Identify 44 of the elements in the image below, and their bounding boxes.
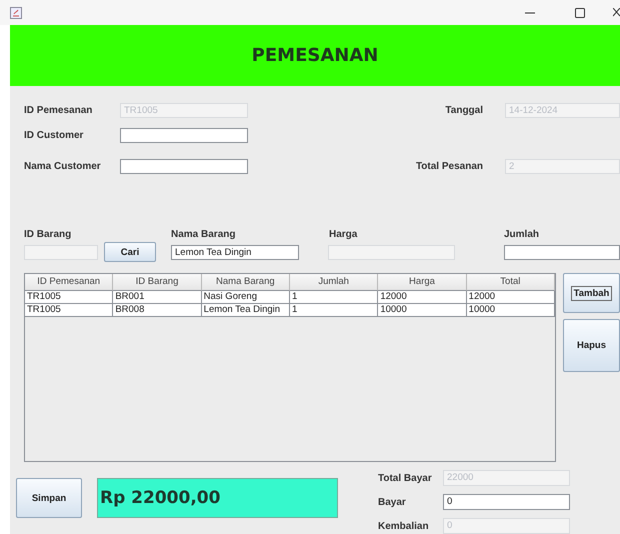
field-label: Nama Barang xyxy=(171,229,236,240)
close-icon[interactable] xyxy=(613,8,620,18)
table-cell: TR1005 xyxy=(25,304,114,316)
table-cell: 10000 xyxy=(378,304,467,316)
field-label: Bayar xyxy=(378,496,407,508)
column-header[interactable]: Total xyxy=(466,274,555,291)
column-header[interactable]: ID Barang xyxy=(113,274,202,291)
field-label: ID Customer xyxy=(24,130,84,141)
field-label: Nama Customer xyxy=(24,161,102,172)
maximize-icon[interactable] xyxy=(575,8,585,18)
column-header[interactable]: ID Pemesanan xyxy=(25,274,114,291)
field-label: ID Barang xyxy=(24,229,72,240)
save-button[interactable]: Simpan xyxy=(16,478,82,518)
table-cell: 12000 xyxy=(378,291,467,303)
table-cell: 1 xyxy=(290,304,378,316)
table-cell: 12000 xyxy=(466,291,555,303)
input-field[interactable] xyxy=(120,128,248,143)
table-cell: 1 xyxy=(290,291,378,303)
table-cell: 10000 xyxy=(466,304,555,316)
app-icon xyxy=(10,6,22,18)
delete-button[interactable]: Hapus xyxy=(563,319,620,372)
field-label: ID Pemesanan xyxy=(24,105,94,116)
input-field[interactable] xyxy=(504,244,620,260)
field-label: Total Bayar xyxy=(378,472,433,484)
field-label: Jumlah xyxy=(504,229,540,240)
column-header[interactable]: Jumlah xyxy=(290,274,378,291)
add-button[interactable]: Tambah xyxy=(563,273,620,313)
column-header[interactable]: Nama Barang xyxy=(202,274,290,291)
field-label: Harga xyxy=(329,229,358,240)
column-header[interactable]: Harga xyxy=(378,274,467,291)
total-display: Rp 22000,00 xyxy=(97,478,338,518)
table-cell: TR1005 xyxy=(25,291,114,303)
table-cell: BR008 xyxy=(113,304,202,316)
table-cell: Lemon Tea Dingin xyxy=(202,304,290,316)
field-label: Total Pesanan xyxy=(416,161,483,172)
search-button[interactable]: Cari xyxy=(104,242,156,262)
input-field[interactable]: 0 xyxy=(443,494,570,510)
input-field[interactable] xyxy=(120,159,248,174)
input-field[interactable]: Lemon Tea Dingin xyxy=(171,244,299,260)
page-title: PEMESANAN xyxy=(252,45,378,66)
field-label: Kembalian xyxy=(378,520,430,532)
table-cell: BR001 xyxy=(113,291,202,303)
table-cell: Nasi Goreng xyxy=(202,291,290,303)
field-label: Tanggal xyxy=(445,105,483,116)
